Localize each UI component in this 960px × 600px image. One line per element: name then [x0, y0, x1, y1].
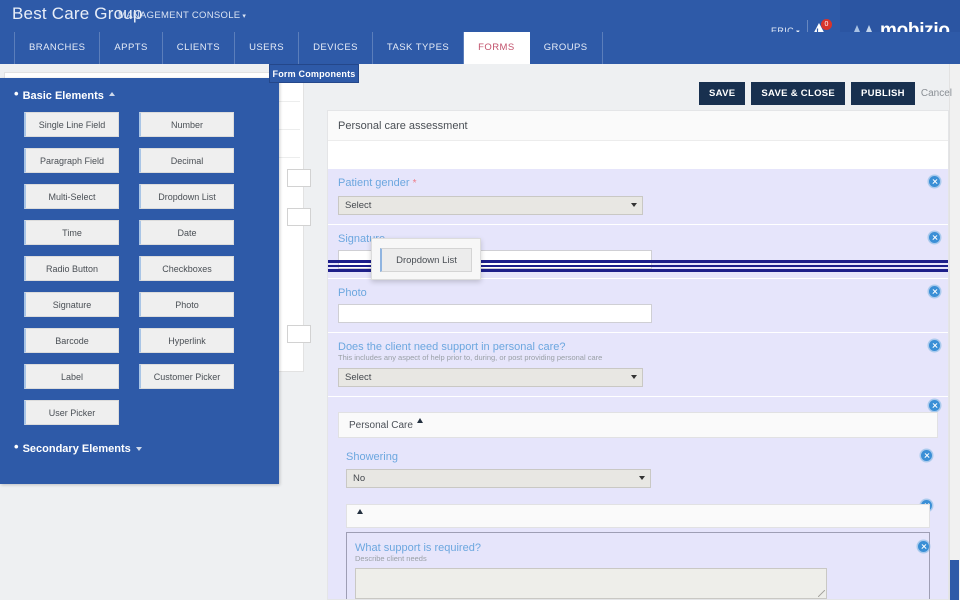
palette-item-user-picker[interactable]: User Picker — [24, 400, 119, 425]
collapse-group-icon[interactable] — [108, 92, 115, 96]
delete-section-icon[interactable] — [929, 400, 940, 411]
form-field-patient-gender[interactable]: Patient gender * Select — [328, 169, 948, 225]
save-button[interactable]: SAVE — [699, 82, 746, 105]
nav-tab-groups[interactable]: GROUPS — [530, 32, 603, 64]
nav-tab-forms[interactable]: FORMS — [464, 32, 530, 64]
bullet-icon: • — [14, 439, 19, 454]
palette-item-number[interactable]: Number — [139, 112, 234, 137]
palette-item-barcode[interactable]: Barcode — [24, 328, 119, 353]
dragging-element-dropdown-list[interactable]: Dropdown List — [380, 248, 472, 272]
required-marker-icon: * — [412, 178, 417, 189]
select-value: No — [353, 473, 366, 484]
background-input[interactable] — [287, 325, 311, 343]
chevron-down-icon: ▾ — [242, 13, 247, 20]
palette-item-label[interactable]: Label — [24, 364, 119, 389]
select-value: Select — [345, 372, 372, 383]
field-label: Patient gender * — [338, 176, 938, 191]
palette-item-date[interactable]: Date — [139, 220, 234, 245]
select-value: Select — [345, 200, 372, 211]
form-field-showering[interactable]: Showering No — [346, 450, 932, 488]
nav-tab-task-types[interactable]: TASK TYPES — [373, 32, 465, 64]
palette-item-customer-picker[interactable]: Customer Picker — [139, 364, 234, 389]
palette-item-dropdown-list[interactable]: Dropdown List — [139, 184, 234, 209]
section-header-empty[interactable] — [346, 504, 930, 528]
drag-preview-card: Dropdown List — [371, 238, 481, 280]
page-scrollbar-thumb[interactable] — [950, 560, 959, 600]
field-label-text: Patient gender — [338, 177, 410, 189]
form-section-personal-care[interactable]: Personal Care Showering No What support … — [328, 397, 948, 599]
showering-select[interactable]: No — [346, 469, 651, 488]
palette-item-multi-select[interactable]: Multi-Select — [24, 184, 119, 209]
nav-tab-branches[interactable]: BRANCHES — [14, 32, 101, 64]
nav-tab-list: BRANCHES APPTS CLIENTS USERS DEVICES TASK TYP… — [14, 32, 603, 64]
form-field-support-required[interactable]: What support is required? Describe clien… — [347, 535, 929, 599]
form-builder-canvas: Personal care assessment Patient gender *… — [327, 110, 949, 600]
palette-item-paragraph-field[interactable]: Paragraph Field — [24, 148, 119, 173]
expand-group-icon[interactable] — [135, 447, 142, 451]
palette-item-checkboxes[interactable]: Checkboxes — [139, 256, 234, 281]
nav-tab-clients[interactable]: CLIENTS — [163, 32, 236, 64]
photo-input[interactable] — [338, 304, 652, 323]
cancel-button[interactable]: Cancel — [921, 88, 952, 99]
background-input[interactable] — [287, 208, 311, 226]
nav-tab-appts[interactable]: APPTS — [100, 32, 163, 64]
section-body-personal-care: Showering No What support is required? D… — [338, 438, 938, 599]
palette-item-hyperlink[interactable]: Hyperlink — [139, 328, 234, 353]
palette-item-signature[interactable]: Signature — [24, 292, 119, 317]
management-console-menu[interactable]: MANAGEMENT CONSOLE ▾ — [118, 10, 246, 21]
delete-field-icon[interactable] — [929, 286, 940, 297]
delete-field-icon[interactable] — [929, 340, 940, 351]
chevron-down-icon — [631, 375, 637, 379]
chevron-down-icon — [639, 476, 645, 480]
palette-item-time[interactable]: Time — [24, 220, 119, 245]
nav-tab-users[interactable]: USERS — [235, 32, 300, 64]
support-required-textarea[interactable] — [355, 568, 827, 599]
section-title: Personal Care — [349, 420, 413, 431]
collapse-section-icon[interactable] — [416, 418, 423, 423]
nav-tab-devices[interactable]: DEVICES — [299, 32, 373, 64]
field-label: Photo — [338, 287, 367, 299]
canvas-top-spacer — [328, 141, 948, 169]
palette-group-label: Basic Elements — [22, 90, 104, 102]
form-field-support-question[interactable]: Does the client need support in personal… — [328, 333, 948, 397]
field-hint: This includes any aspect of help prior t… — [338, 353, 603, 362]
tab-form-components[interactable]: Form Components — [269, 64, 359, 83]
delete-field-icon[interactable] — [921, 450, 932, 461]
chevron-down-icon — [631, 203, 637, 207]
alert-count-badge: 0 — [821, 19, 832, 30]
form-section-nested-empty[interactable] — [346, 500, 932, 528]
palette-item-decimal[interactable]: Decimal — [139, 148, 234, 173]
subsection-card: What support is required? Describe clien… — [346, 532, 930, 599]
field-label: What support is required? — [355, 542, 481, 554]
section-header-personal-care[interactable]: Personal Care — [338, 412, 938, 438]
field-label: Does the client need support in personal… — [338, 341, 566, 353]
palette-item-radio-button[interactable]: Radio Button — [24, 256, 119, 281]
delete-field-icon[interactable] — [929, 176, 940, 187]
palette-button-grid: Single Line Field Number Paragraph Field De… — [0, 102, 279, 425]
background-input[interactable] — [287, 169, 311, 187]
form-action-toolbar: SAVE SAVE & CLOSE PUBLISH Cancel — [699, 82, 952, 105]
element-palette-sidebar: • Basic Elements Single Line Field Number P… — [0, 78, 279, 484]
delete-field-icon[interactable] — [929, 232, 940, 243]
palette-group-label: Secondary Elements — [22, 443, 131, 455]
palette-group-basic-elements[interactable]: • Basic Elements — [0, 78, 279, 102]
save-and-close-button[interactable]: SAVE & CLOSE — [751, 82, 846, 105]
main-navigation-bar: BRANCHES APPTS CLIENTS USERS DEVICES TASK TYP… — [0, 32, 960, 64]
field-hint: Describe client needs — [355, 554, 427, 563]
publish-button[interactable]: PUBLISH — [851, 82, 915, 105]
palette-group-secondary-elements[interactable]: • Secondary Elements — [0, 425, 279, 455]
palette-item-photo[interactable]: Photo — [139, 292, 234, 317]
form-field-photo[interactable]: Photo — [328, 279, 948, 333]
page-scrollbar-track[interactable] — [949, 64, 960, 600]
field-label: Showering — [346, 451, 398, 463]
bullet-icon: • — [14, 86, 19, 101]
delete-field-icon[interactable] — [918, 541, 929, 552]
management-console-label: MANAGEMENT CONSOLE — [118, 10, 241, 21]
patient-gender-select[interactable]: Select — [338, 196, 643, 215]
collapse-section-icon[interactable] — [357, 509, 363, 514]
support-question-select[interactable]: Select — [338, 368, 643, 387]
resize-handle-icon[interactable] — [818, 590, 825, 597]
palette-item-single-line-field[interactable]: Single Line Field — [24, 112, 119, 137]
form-title: Personal care assessment — [328, 111, 948, 141]
